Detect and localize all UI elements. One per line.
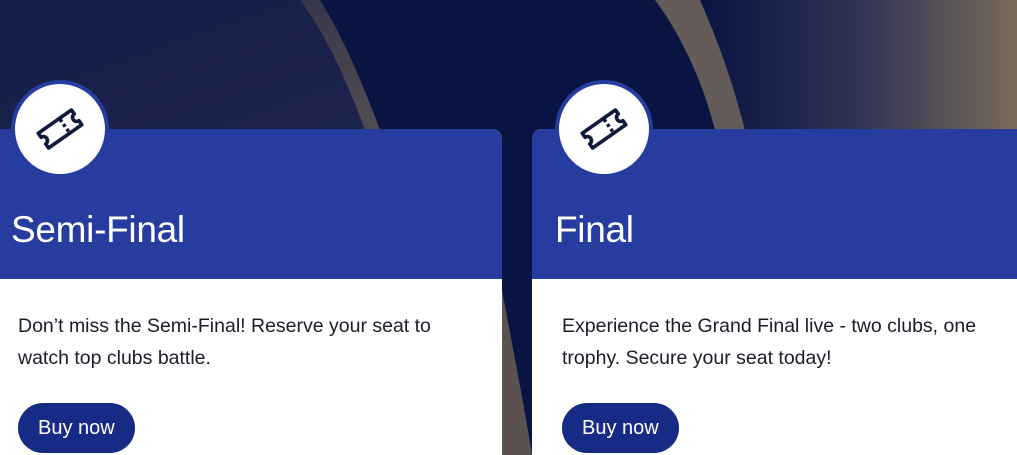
ticket-card-final: Final Experience the Grand Final live - … [532,80,1017,455]
ticket-icon [580,108,628,150]
ticket-icon [36,108,84,150]
page: Semi-Final Don’t miss the Semi-Final! Re… [0,0,1017,455]
icon-badge [11,80,109,178]
buy-now-button[interactable]: Buy now [562,403,679,453]
card-title: Semi-Final [11,209,185,250]
card-description: Don’t miss the Semi-Final! Reserve your … [18,315,431,369]
card-description: Experience the Grand Final live - two cl… [562,315,977,369]
ticket-card-semi-final: Semi-Final Don’t miss the Semi-Final! Re… [0,80,502,455]
card-title: Final [555,209,634,250]
icon-badge [555,80,653,178]
buy-now-button[interactable]: Buy now [18,403,135,453]
